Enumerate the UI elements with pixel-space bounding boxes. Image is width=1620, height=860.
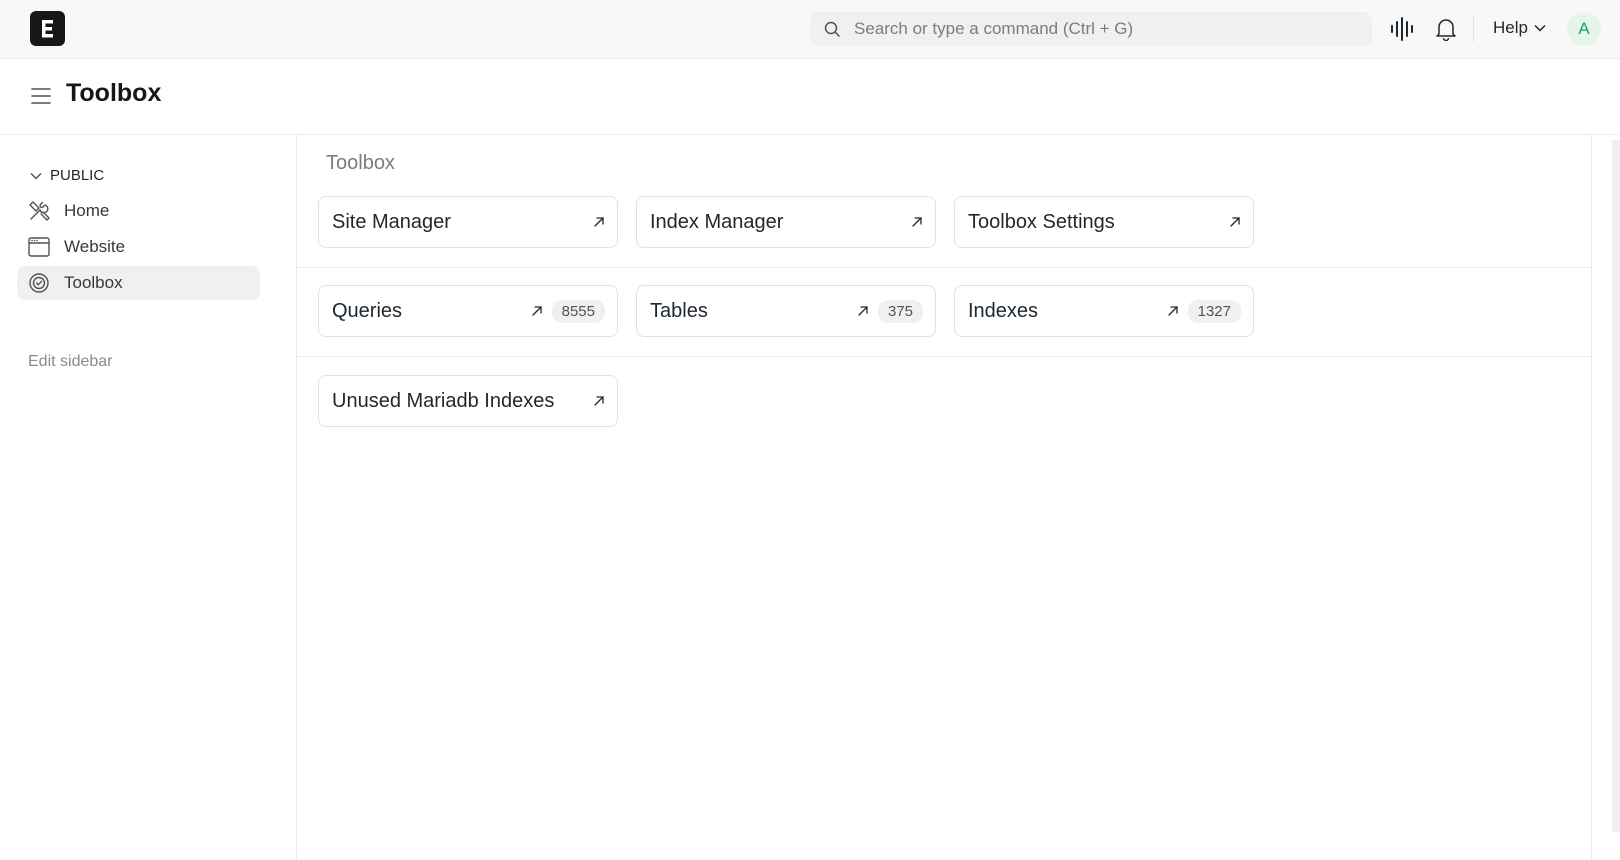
page-scrollbar[interactable]	[1612, 140, 1620, 832]
navbar-divider	[1473, 16, 1474, 42]
sidebar-item-website[interactable]: Website	[17, 230, 260, 264]
help-label: Help	[1493, 18, 1528, 37]
arrow-up-right-icon	[1230, 217, 1240, 227]
shortcut-label: Index Manager	[650, 210, 784, 233]
soundwave-icon[interactable]	[1390, 17, 1416, 41]
search-icon	[824, 21, 840, 37]
sidebar-section-label: PUBLIC	[50, 167, 105, 184]
page-header: Toolbox	[0, 59, 1620, 135]
avatar-initial: A	[1578, 19, 1590, 38]
arrow-up-right-icon	[594, 217, 604, 227]
help-dropdown[interactable]: Help	[1493, 18, 1546, 38]
arrow-up-right-icon	[531, 306, 542, 316]
arrow-up-right-icon	[912, 217, 922, 227]
app-logo-icon	[42, 20, 53, 38]
shortcut-card-site-manager[interactable]: Site Manager	[318, 196, 618, 248]
shortcuts-section-title: Toolbox	[326, 152, 395, 174]
tools-icon	[29, 201, 50, 221]
search-input[interactable]	[854, 12, 1359, 46]
hamburger-menu-icon[interactable]	[31, 87, 51, 105]
sidebar-section-public[interactable]: PUBLIC	[30, 167, 104, 184]
sidebar-item-toolbox[interactable]: Toolbox	[17, 266, 260, 300]
shortcut-label: Site Manager	[332, 210, 451, 233]
arrow-up-right-icon	[1167, 306, 1178, 316]
sidebar-item-label: Website	[64, 237, 126, 256]
app-logo[interactable]	[30, 11, 65, 46]
chevron-down-icon	[1534, 24, 1546, 32]
arrow-up-right-icon	[594, 396, 604, 406]
chevron-down-icon	[30, 172, 42, 180]
shortcut-label: Toolbox Settings	[968, 210, 1115, 233]
shortcut-label: Indexes	[968, 299, 1039, 322]
sidebar-item-home[interactable]: Home	[17, 194, 260, 228]
bell-icon[interactable]	[1435, 17, 1457, 41]
row-divider	[297, 356, 1592, 357]
shortcut-card-unused-mariadb-indexes[interactable]: Unused Mariadb Indexes	[318, 375, 618, 427]
sidebar-item-label: Home	[64, 201, 110, 220]
row-divider	[297, 267, 1592, 268]
page-title: Toolbox	[66, 79, 162, 107]
count-badge: 1327	[1187, 299, 1241, 323]
shortcut-label: Tables	[650, 299, 708, 322]
badge-check-icon	[29, 273, 49, 293]
shortcut-card-indexes[interactable]: Indexes 1327	[954, 285, 1254, 337]
count-badge: 8555	[551, 299, 605, 323]
shortcut-label: Queries	[332, 299, 403, 322]
shortcut-card-index-manager[interactable]: Index Manager	[636, 196, 936, 248]
count-badge: 375	[877, 299, 923, 323]
top-navbar: Help A	[0, 0, 1620, 59]
arrow-up-right-icon	[858, 306, 868, 316]
search-bar[interactable]	[810, 12, 1372, 46]
shortcut-card-toolbox-settings[interactable]: Toolbox Settings	[954, 196, 1254, 248]
shortcut-label: Unused Mariadb Indexes	[332, 389, 555, 412]
shortcut-card-queries[interactable]: Queries 8555	[318, 285, 618, 337]
sidebar: PUBLIC Home Website Toolbox Edit sidebar	[0, 135, 297, 860]
user-avatar[interactable]: A	[1567, 12, 1601, 46]
edit-sidebar-link[interactable]: Edit sidebar	[28, 353, 113, 371]
shortcut-card-tables[interactable]: Tables 375	[636, 285, 936, 337]
browser-window-icon	[28, 237, 50, 257]
main-content: Toolbox Site Manager Index Manager Toolb…	[297, 135, 1592, 860]
sidebar-item-label: Toolbox	[64, 273, 123, 292]
